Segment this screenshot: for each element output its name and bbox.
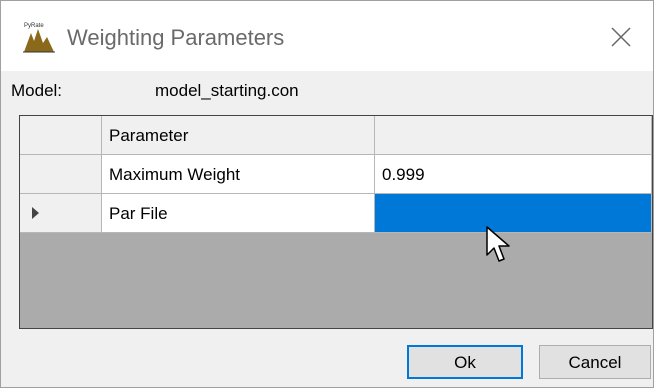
model-value: model_starting.con bbox=[155, 81, 299, 100]
grid-header-row: Parameter bbox=[20, 116, 652, 156]
model-label: Model: bbox=[11, 81, 63, 100]
svg-text:PyRate: PyRate bbox=[24, 23, 44, 29]
dialog-window: PyRate Weighting Parameters Model: model… bbox=[0, 0, 654, 388]
app-icon: PyRate bbox=[21, 19, 57, 55]
parameter-cell[interactable]: Par File bbox=[102, 194, 375, 233]
title-bar: PyRate Weighting Parameters bbox=[1, 1, 653, 71]
ok-button[interactable]: Ok bbox=[407, 345, 523, 379]
window-title: Weighting Parameters bbox=[67, 25, 285, 50]
row-header[interactable] bbox=[20, 155, 102, 194]
cancel-button[interactable]: Cancel bbox=[539, 345, 651, 379]
value-cell[interactable]: 0.999 bbox=[375, 155, 652, 194]
parameter-grid[interactable]: Parameter Maximum Weight 0.999 Par File bbox=[19, 115, 653, 329]
current-row-arrow-icon bbox=[32, 207, 39, 219]
table-row[interactable]: Par File bbox=[20, 194, 652, 234]
value-cell-selected[interactable] bbox=[375, 194, 652, 233]
column-header-value[interactable] bbox=[375, 116, 652, 155]
close-icon[interactable] bbox=[601, 17, 641, 57]
row-header-current[interactable] bbox=[20, 194, 102, 233]
dialog-content: Model: model_starting.con Parameter Maxi… bbox=[1, 71, 653, 387]
table-row[interactable]: Maximum Weight 0.999 bbox=[20, 155, 652, 195]
grid-corner-cell[interactable] bbox=[20, 116, 102, 155]
parameter-cell[interactable]: Maximum Weight bbox=[102, 155, 375, 194]
column-header-parameter[interactable]: Parameter bbox=[102, 116, 375, 155]
